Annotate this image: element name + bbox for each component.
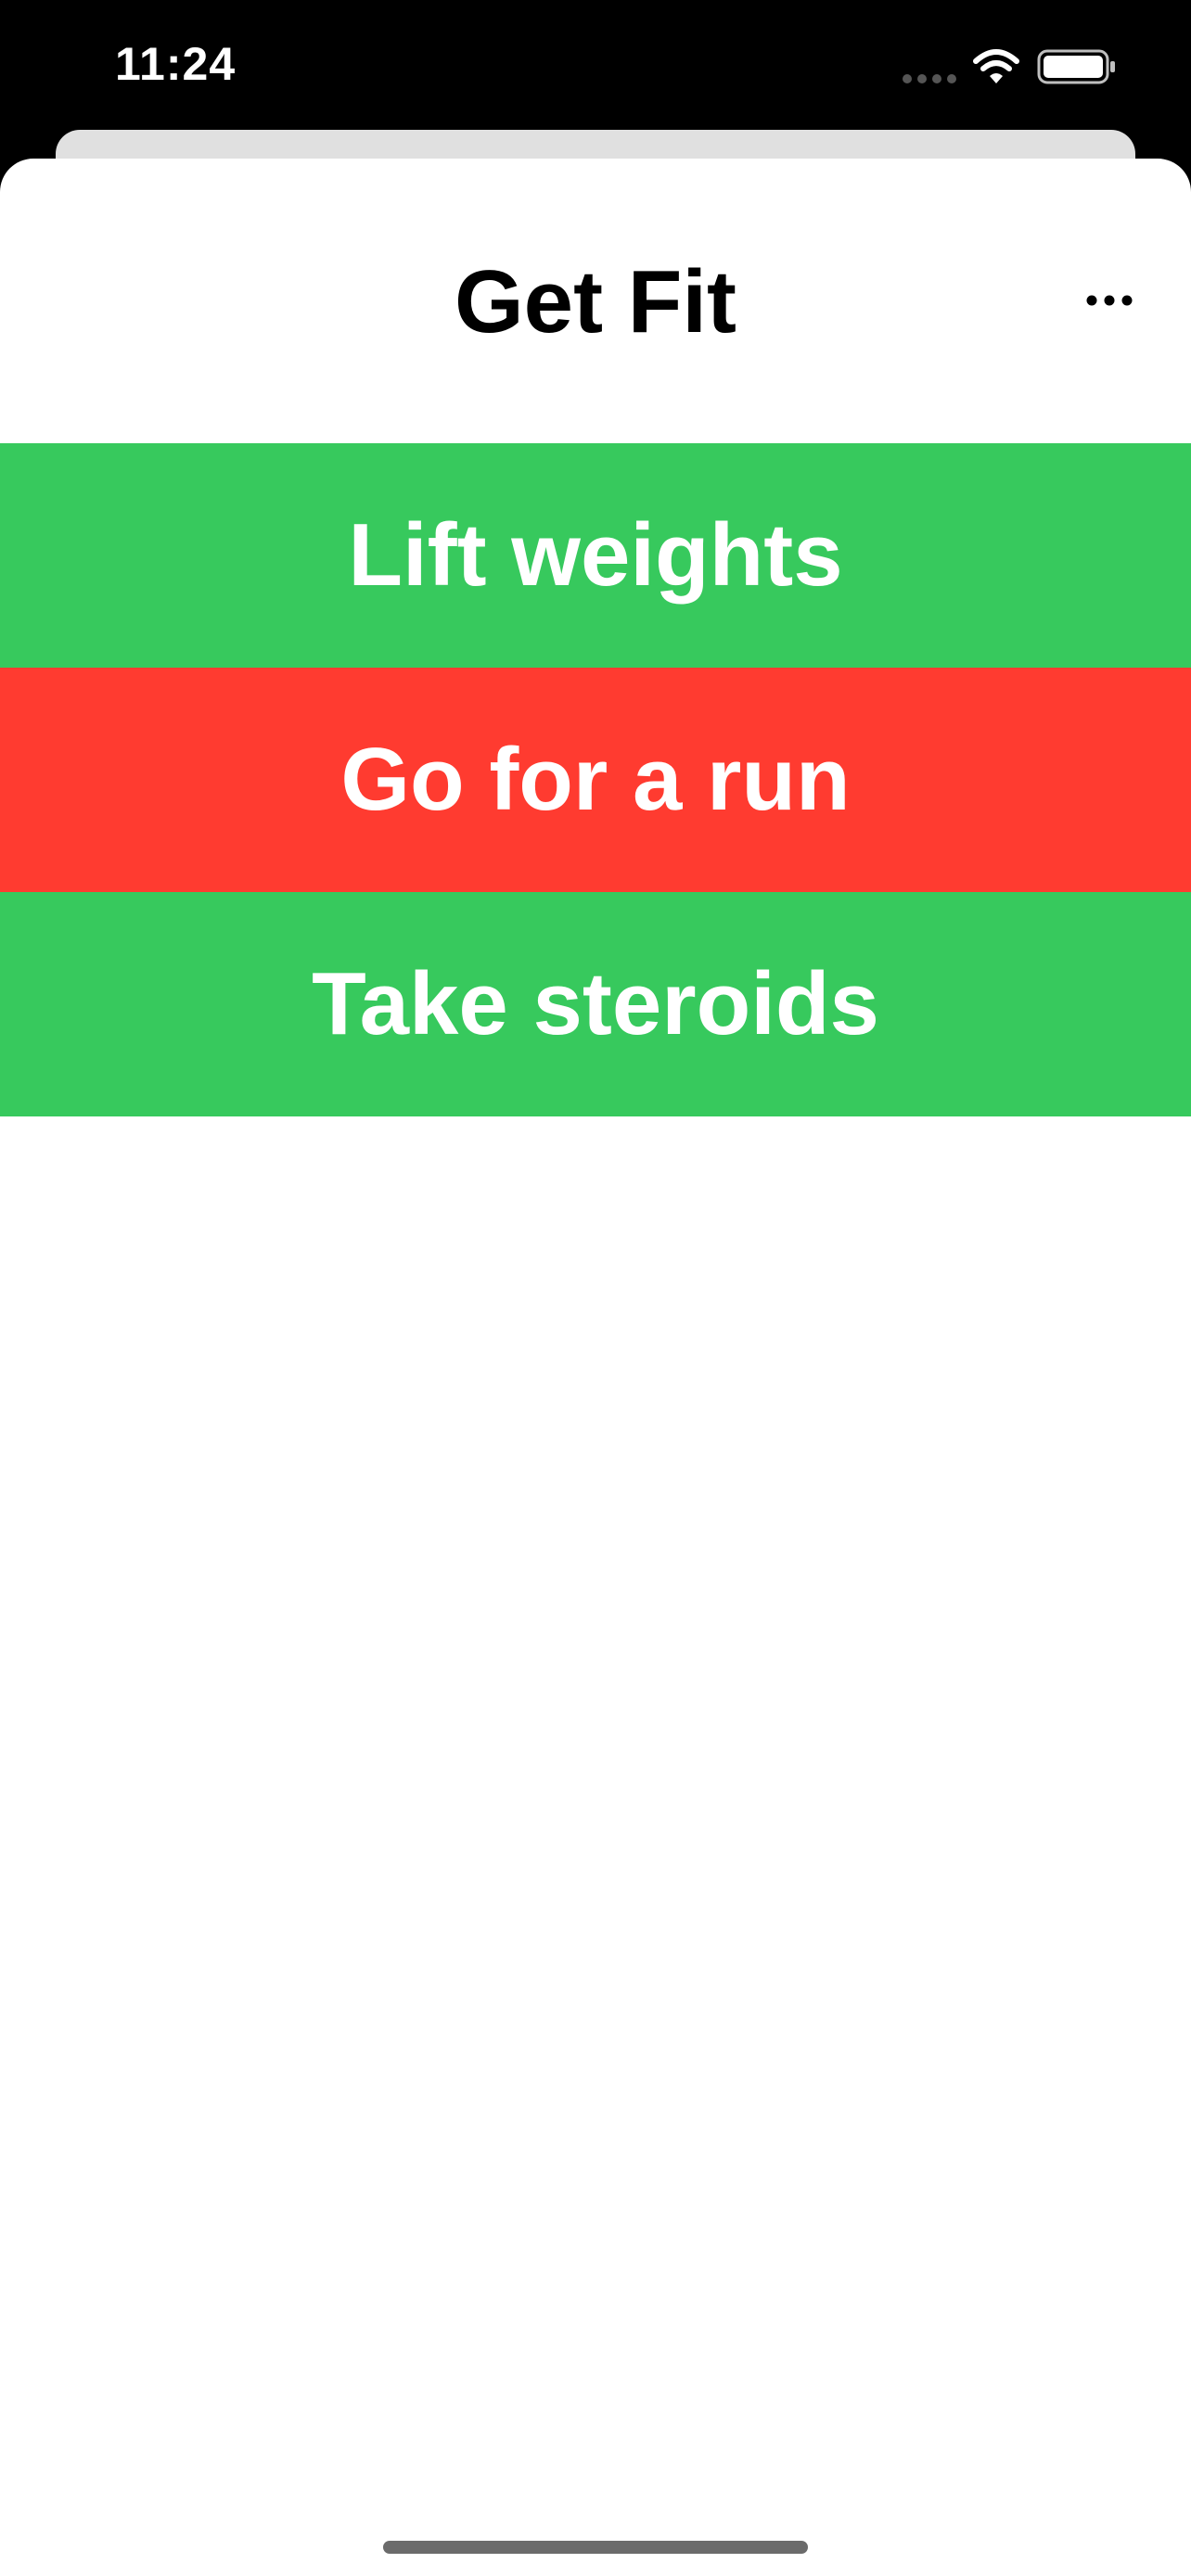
go-for-a-run-button[interactable]: Go for a run bbox=[0, 668, 1191, 892]
lift-weights-button[interactable]: Lift weights bbox=[0, 443, 1191, 668]
page-title: Get Fit bbox=[455, 252, 736, 351]
status-time: 11:24 bbox=[115, 38, 237, 90]
status-bar: 11:24 bbox=[0, 0, 1191, 130]
modal-sheet: Get Fit Lift weights Go for a run Take s… bbox=[0, 159, 1191, 2576]
action-list: Lift weights Go for a run Take steroids bbox=[0, 443, 1191, 1116]
wifi-icon bbox=[973, 49, 1019, 83]
home-indicator[interactable] bbox=[383, 2541, 808, 2554]
nav-bar: Get Fit bbox=[0, 159, 1191, 443]
take-steroids-button[interactable]: Take steroids bbox=[0, 892, 1191, 1116]
battery-icon bbox=[1037, 49, 1115, 84]
ellipsis-icon[interactable] bbox=[1085, 294, 1133, 307]
cellular-signal-icon bbox=[903, 74, 956, 83]
